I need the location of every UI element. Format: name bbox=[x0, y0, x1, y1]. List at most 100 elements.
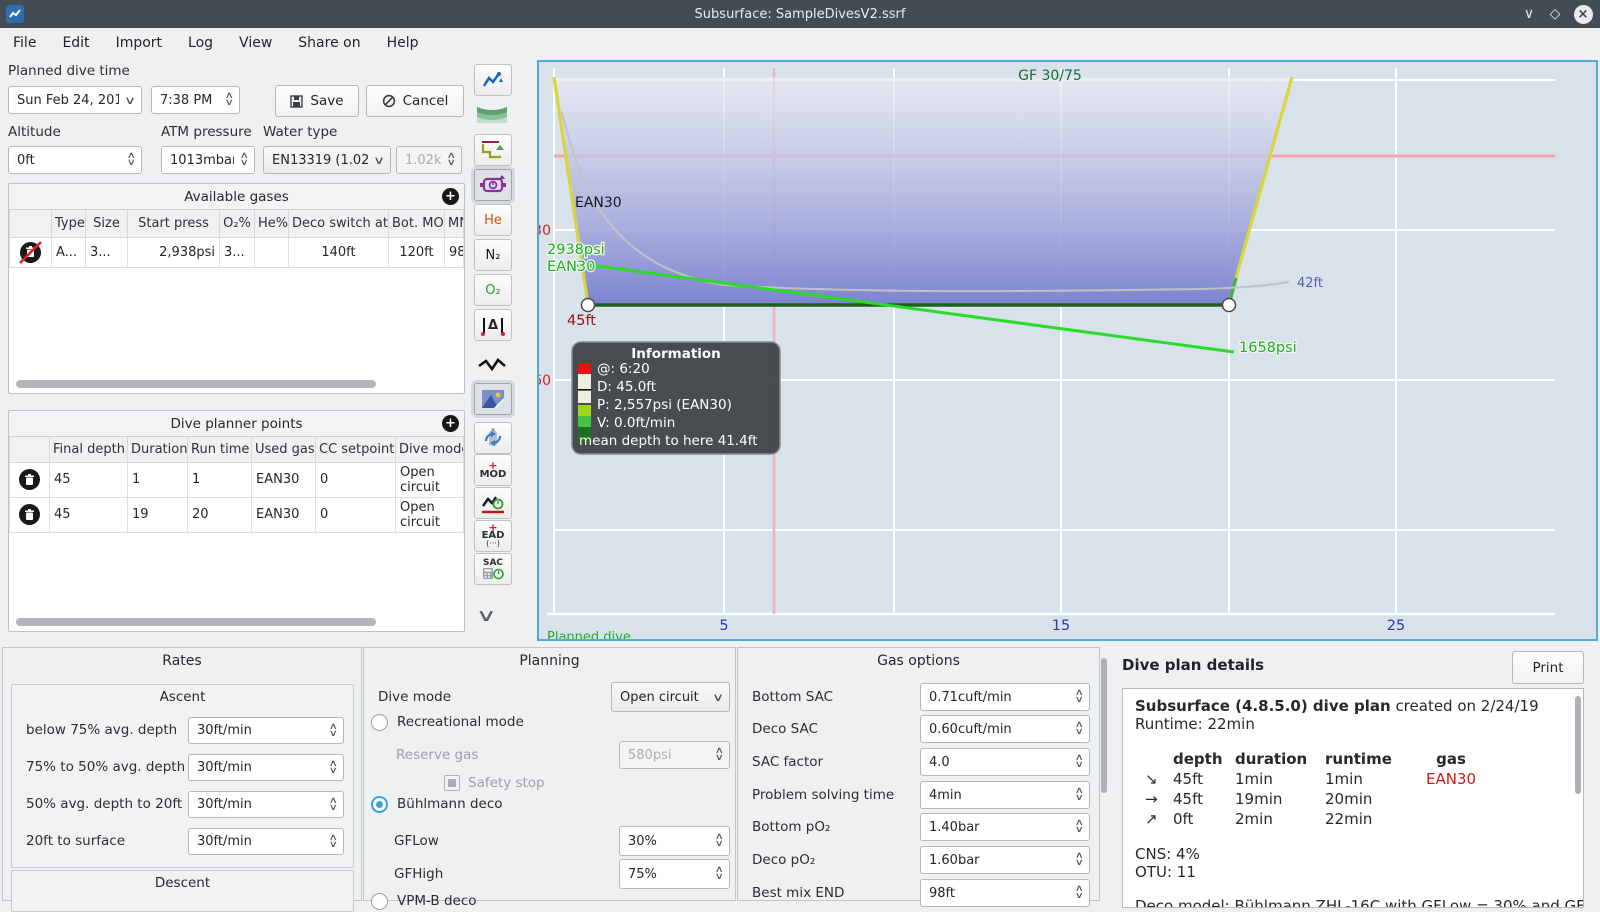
dive-planner-tool-button[interactable] bbox=[474, 64, 512, 96]
buhlmann-deco-radio[interactable] bbox=[371, 796, 388, 813]
dive-profile-chart[interactable]: GF 30/75 EAN30 30 60 2938psi EAN30 45ft … bbox=[533, 60, 1598, 645]
dive-mode-dropdown[interactable]: Open circuit ∨ bbox=[611, 682, 730, 712]
spinner-arrows[interactable]: ∧ ∨ bbox=[1069, 689, 1089, 705]
sac-tool-button[interactable]: SAC bbox=[474, 553, 512, 585]
safety-stop-checkbox[interactable] bbox=[444, 775, 460, 791]
gas-o2-cell[interactable]: 3... bbox=[219, 236, 255, 268]
add-point-button[interactable]: + bbox=[442, 415, 459, 432]
profile-step-tool-button[interactable] bbox=[474, 134, 512, 166]
nitrogen-tool-button[interactable]: N₂ bbox=[474, 239, 512, 271]
spinner-arrows[interactable]: ∧ ∨ bbox=[219, 92, 239, 108]
points-horizontal-scrollbar[interactable] bbox=[16, 618, 376, 626]
menu-log[interactable]: Log bbox=[175, 31, 226, 55]
gases-col-size[interactable]: Size bbox=[85, 210, 128, 238]
diver-time-tool-button[interactable] bbox=[474, 487, 512, 519]
points-col-setpoint[interactable]: CC setpoint bbox=[315, 437, 396, 463]
add-gas-button[interactable]: + bbox=[442, 188, 459, 205]
ascent-rate3-spinbox[interactable]: 30ft/min ∧ ∨ bbox=[188, 791, 344, 818]
planbox-vertical-scrollbar[interactable] bbox=[1575, 696, 1581, 794]
atm-pressure-spinbox[interactable]: 1013mbar ∧ ∨ bbox=[161, 146, 255, 174]
gases-col-he[interactable]: He% bbox=[254, 210, 289, 238]
ceiling-tool-button[interactable] bbox=[474, 99, 510, 129]
altitude-spinbox[interactable]: 0ft ∧ ∨ bbox=[8, 146, 142, 174]
water-type-dropdown[interactable]: EN13319 (1.02k ∨ bbox=[263, 146, 391, 174]
point-gas-cell[interactable]: EAN30 bbox=[251, 461, 316, 498]
point-setpoint-cell[interactable]: 0 bbox=[315, 496, 396, 533]
spinner-arrows[interactable]: ∧ ∨ bbox=[1069, 819, 1089, 835]
gas-deco-switch-cell[interactable]: 140ft bbox=[288, 236, 389, 268]
delete-point-icon[interactable] bbox=[19, 504, 40, 525]
gases-col-deco-switch[interactable]: Deco switch at bbox=[288, 210, 389, 238]
date-picker[interactable]: Sun Feb 24, 2019 ∨ bbox=[8, 86, 142, 114]
deco-po2-spinbox[interactable]: 1.60bar ∧ ∨ bbox=[920, 846, 1090, 874]
menu-import[interactable]: Import bbox=[103, 31, 175, 55]
spinner-arrows[interactable]: ∧ ∨ bbox=[1069, 885, 1089, 901]
dive-computer-tool-button[interactable] bbox=[474, 169, 512, 201]
point-gas-cell[interactable]: EAN30 bbox=[251, 496, 316, 533]
best-mix-end-spinbox[interactable]: 98ft ∧ ∨ bbox=[920, 879, 1090, 907]
profile-handle-end[interactable] bbox=[1221, 297, 1237, 313]
gas-mnd-cell[interactable]: 98f bbox=[444, 236, 464, 268]
details-vertical-scrollbar[interactable] bbox=[1101, 658, 1107, 793]
heartrate-tool-button[interactable] bbox=[474, 350, 510, 380]
photos-tool-button[interactable] bbox=[474, 383, 512, 415]
points-col-duration[interactable]: Duration bbox=[127, 437, 188, 463]
gases-col-mnd[interactable]: MND bbox=[444, 210, 464, 238]
spinner-arrows[interactable]: ∧ ∨ bbox=[709, 833, 729, 849]
point-runtime-cell[interactable]: 20 bbox=[187, 496, 252, 533]
spinner-arrows[interactable]: ∧ ∨ bbox=[1069, 787, 1089, 803]
dive-plan-details-box[interactable]: Subsurface (4.8.5.0) dive plan created o… bbox=[1122, 688, 1584, 908]
spinner-arrows[interactable]: ∧ ∨ bbox=[1069, 852, 1089, 868]
sac-factor-spinbox[interactable]: 4.0 ∧ ∨ bbox=[920, 748, 1090, 776]
save-button[interactable]: Save bbox=[275, 85, 359, 117]
recreational-mode-radio[interactable] bbox=[371, 714, 388, 731]
point-runtime-cell[interactable]: 1 bbox=[187, 461, 252, 498]
point-duration-cell[interactable]: 1 bbox=[127, 461, 188, 498]
menu-view[interactable]: View bbox=[226, 31, 285, 55]
bottom-sac-spinbox[interactable]: 0.71cuft/min ∧ ∨ bbox=[920, 683, 1090, 711]
point-depth-cell[interactable]: 45 bbox=[49, 496, 128, 533]
spinner-arrows[interactable]: ∧ ∨ bbox=[121, 152, 141, 168]
points-col-gas[interactable]: Used gas bbox=[251, 437, 316, 463]
spinner-arrows[interactable]: ∧ ∨ bbox=[323, 722, 343, 738]
point-mode-cell[interactable]: Open circuit bbox=[395, 496, 464, 533]
gas-type-cell[interactable]: A... bbox=[51, 236, 86, 268]
points-col-mode[interactable]: Dive mode bbox=[395, 437, 464, 463]
deco-sac-spinbox[interactable]: 0.60cuft/min ∧ ∨ bbox=[920, 715, 1090, 743]
gases-col-start-press[interactable]: Start press bbox=[127, 210, 220, 238]
spinner-arrows[interactable]: ∧ ∨ bbox=[323, 833, 343, 849]
menu-share-on[interactable]: Share on bbox=[285, 31, 373, 55]
toolbar-collapse-button[interactable]: ∨ bbox=[476, 606, 497, 626]
gas-he-cell[interactable] bbox=[254, 236, 289, 268]
profile-handle-start[interactable] bbox=[580, 297, 596, 313]
menu-file[interactable]: File bbox=[0, 31, 49, 55]
bottom-po2-spinbox[interactable]: 1.40bar ∧ ∨ bbox=[920, 813, 1090, 841]
problem-time-spinbox[interactable]: 4min ∧ ∨ bbox=[920, 781, 1090, 809]
points-col-runtime[interactable]: Run time bbox=[187, 437, 252, 463]
close-button[interactable]: × bbox=[1570, 0, 1596, 28]
mod-tool-button[interactable]: + MOD bbox=[474, 454, 512, 486]
ascent-rate1-spinbox[interactable]: 30ft/min ∧ ∨ bbox=[188, 717, 344, 744]
oxygen-tool-button[interactable]: O₂ bbox=[474, 274, 512, 306]
delete-point-icon[interactable] bbox=[19, 469, 40, 490]
spinner-arrows[interactable]: ∧ ∨ bbox=[323, 796, 343, 812]
gas-size-cell[interactable]: 3... bbox=[85, 236, 128, 268]
point-mode-cell[interactable]: Open circuit bbox=[395, 461, 464, 498]
gas-mod-cell[interactable]: 120ft bbox=[388, 236, 445, 268]
spinner-arrows[interactable]: ∧ ∨ bbox=[1069, 721, 1089, 737]
menu-edit[interactable]: Edit bbox=[49, 31, 102, 55]
information-tooltip[interactable]: Information @: 6:20 D: 45.0ft P: 2,557ps… bbox=[571, 341, 781, 455]
gflow-spinbox[interactable]: 30% ∧ ∨ bbox=[619, 826, 730, 856]
gases-horizontal-scrollbar[interactable] bbox=[16, 380, 376, 388]
gas-start-press-cell[interactable]: 2,938psi bbox=[127, 236, 220, 268]
spinner-arrows[interactable]: ∧ ∨ bbox=[709, 866, 729, 882]
cylinder-swap-tool-button[interactable] bbox=[474, 422, 512, 454]
spinner-arrows[interactable]: ∧ ∨ bbox=[1069, 754, 1089, 770]
spinner-arrows[interactable]: ∧ ∨ bbox=[234, 152, 254, 168]
ascent-rate4-spinbox[interactable]: 30ft/min ∧ ∨ bbox=[188, 828, 344, 855]
vpmb-deco-radio[interactable] bbox=[371, 893, 388, 910]
helium-tool-button[interactable]: He bbox=[474, 204, 512, 236]
minimize-button[interactable]: ∨ bbox=[1516, 0, 1542, 28]
gases-col-mod[interactable]: Bot. MOD bbox=[388, 210, 445, 238]
point-setpoint-cell[interactable]: 0 bbox=[315, 461, 396, 498]
